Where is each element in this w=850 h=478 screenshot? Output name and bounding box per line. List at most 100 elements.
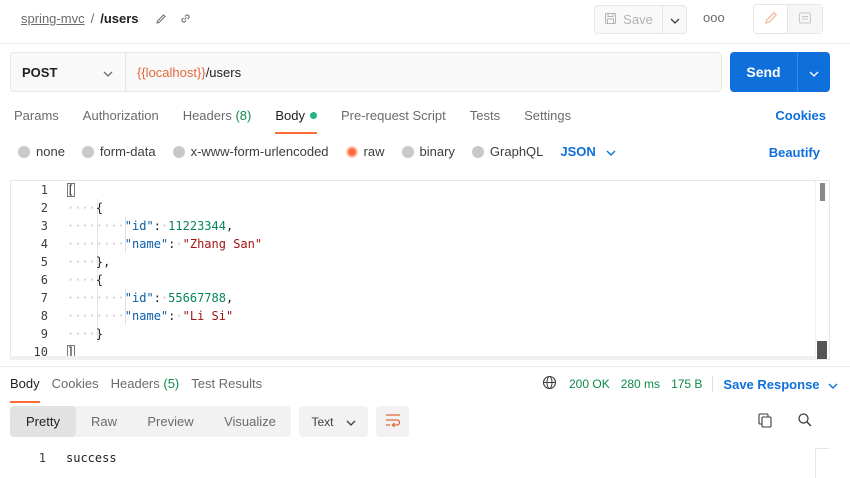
cookies-link[interactable]: Cookies bbox=[775, 108, 826, 123]
tab-settings[interactable]: Settings bbox=[524, 108, 571, 132]
line-number: 1 bbox=[38, 451, 46, 465]
tab-tests[interactable]: Tests bbox=[470, 108, 500, 132]
line-number: 8 bbox=[40, 309, 48, 323]
line-number: 7 bbox=[40, 291, 48, 305]
divider bbox=[712, 376, 714, 392]
radio bbox=[81, 145, 94, 158]
copy-icon[interactable] bbox=[757, 412, 773, 431]
save-response-label: Save Response bbox=[723, 376, 820, 392]
send-button-group: Send bbox=[730, 52, 830, 92]
tab-params[interactable]: Params bbox=[14, 108, 59, 132]
method-select[interactable]: POST bbox=[11, 53, 126, 91]
globe-icon[interactable] bbox=[542, 375, 557, 393]
body-option-raw[interactable]: raw bbox=[345, 144, 385, 159]
radio bbox=[471, 145, 484, 158]
code-line: ····{ bbox=[67, 273, 104, 287]
line-number: 2 bbox=[40, 201, 48, 215]
body-option-form-data[interactable]: form-data bbox=[81, 144, 156, 159]
save-dropdown[interactable] bbox=[663, 12, 686, 27]
response-text: success bbox=[66, 451, 117, 465]
status-code[interactable]: 200 OK bbox=[569, 377, 610, 391]
beautify-link[interactable]: Beautify bbox=[769, 145, 820, 160]
line-number: 3 bbox=[40, 219, 48, 233]
radio bbox=[172, 145, 185, 158]
response-status-bar: 200 OK 280 ms 175 B Save Response bbox=[542, 375, 838, 393]
wrap-lines-icon bbox=[385, 413, 401, 430]
send-dropdown[interactable] bbox=[798, 52, 830, 92]
line-number: 6 bbox=[40, 273, 48, 287]
response-format-label: Text bbox=[311, 414, 334, 429]
chevron-down-icon bbox=[828, 377, 838, 392]
tab-body[interactable]: Body bbox=[275, 108, 317, 134]
radio bbox=[401, 145, 414, 158]
wrap-lines-button[interactable] bbox=[376, 406, 409, 437]
body-editor[interactable]: 1 2 3 4 5 6 7 8 9 10 [ ····{ ········"id… bbox=[10, 180, 830, 360]
response-view-modes: Pretty Raw Preview Visualize bbox=[10, 406, 291, 437]
document-icon bbox=[798, 11, 812, 28]
body-option-none[interactable]: none bbox=[18, 144, 65, 159]
editor-horizontal-scrollbar[interactable] bbox=[10, 356, 816, 360]
response-tab-cookies[interactable]: Cookies bbox=[52, 376, 99, 400]
comments-button[interactable] bbox=[788, 5, 822, 33]
method-label: POST bbox=[22, 64, 58, 80]
body-type-options: none form-data x-www-form-urlencoded raw… bbox=[18, 144, 616, 159]
chevron-down-icon bbox=[670, 12, 680, 27]
response-format-select[interactable]: Text bbox=[299, 406, 368, 437]
save-button-group: Save bbox=[594, 5, 687, 34]
response-size[interactable]: 175 B bbox=[671, 377, 702, 391]
view-mode-visualize[interactable]: Visualize bbox=[209, 406, 291, 437]
response-tab-test-results[interactable]: Test Results bbox=[191, 376, 262, 400]
request-tabs: Params Authorization Headers (8) Body Pr… bbox=[14, 108, 595, 134]
url-bar: POST {{localhost}}/users bbox=[10, 52, 722, 92]
url-path: /users bbox=[205, 64, 242, 80]
body-option-binary[interactable]: binary bbox=[401, 144, 455, 159]
url-variable: {{localhost}} bbox=[137, 64, 206, 80]
code-line: [ bbox=[67, 183, 75, 197]
response-tab-headers[interactable]: Headers (5) bbox=[111, 376, 180, 400]
response-tab-body[interactable]: Body bbox=[10, 376, 40, 403]
editor-scrollbar-thumb[interactable] bbox=[820, 183, 825, 201]
response-time[interactable]: 280 ms bbox=[621, 377, 660, 391]
response-scrollbar[interactable] bbox=[815, 448, 829, 478]
edit-button[interactable] bbox=[754, 5, 788, 33]
chevron-down-icon bbox=[606, 144, 616, 159]
code-line: ········"id":·11223344, bbox=[67, 219, 234, 233]
search-icon[interactable] bbox=[797, 412, 813, 431]
tab-pre-request-script[interactable]: Pre-request Script bbox=[341, 108, 446, 132]
save-icon bbox=[604, 12, 617, 28]
pencil-icon[interactable] bbox=[155, 13, 167, 25]
body-format-label: JSON bbox=[560, 144, 596, 159]
tab-authorization[interactable]: Authorization bbox=[83, 108, 159, 132]
collection-link[interactable]: spring-mvc bbox=[21, 11, 85, 26]
body-option-urlencoded[interactable]: x-www-form-urlencoded bbox=[172, 144, 329, 159]
line-number: 1 bbox=[40, 183, 48, 197]
code-line: ········"name":·"Li Si" bbox=[67, 309, 234, 323]
chevron-down-icon bbox=[809, 65, 819, 80]
link-icon[interactable] bbox=[179, 12, 192, 25]
right-toolbar bbox=[753, 4, 823, 34]
breadcrumb: spring-mvc / /users bbox=[21, 11, 192, 26]
view-mode-preview[interactable]: Preview bbox=[132, 406, 209, 437]
response-headers-count: (5) bbox=[163, 376, 180, 391]
radio-selected bbox=[345, 145, 358, 158]
tab-headers[interactable]: Headers (8) bbox=[183, 108, 252, 132]
url-input[interactable]: {{localhost}}/users bbox=[126, 53, 721, 91]
body-option-graphql[interactable]: GraphQL bbox=[471, 144, 543, 159]
pencil-icon bbox=[763, 10, 779, 29]
body-format-select[interactable]: JSON bbox=[560, 144, 616, 159]
more-options-button[interactable]: ooo bbox=[703, 10, 725, 25]
chevron-down-icon bbox=[103, 65, 113, 80]
save-label: Save bbox=[623, 12, 653, 27]
code-line: ········"id":·55667788, bbox=[67, 291, 234, 305]
response-tabs: Body Cookies Headers (5) Test Results bbox=[10, 376, 274, 403]
editor-resize-handle[interactable] bbox=[817, 341, 827, 359]
view-mode-pretty[interactable]: Pretty bbox=[10, 406, 76, 437]
line-number: 9 bbox=[40, 327, 48, 341]
editor-scrollbar-track[interactable] bbox=[815, 181, 829, 359]
save-button[interactable]: Save bbox=[595, 6, 663, 33]
request-name[interactable]: /users bbox=[100, 11, 138, 26]
code-line: ····} bbox=[67, 327, 104, 341]
view-mode-raw[interactable]: Raw bbox=[76, 406, 132, 437]
save-response-button[interactable]: Save Response bbox=[723, 376, 838, 392]
send-button[interactable]: Send bbox=[730, 52, 798, 92]
